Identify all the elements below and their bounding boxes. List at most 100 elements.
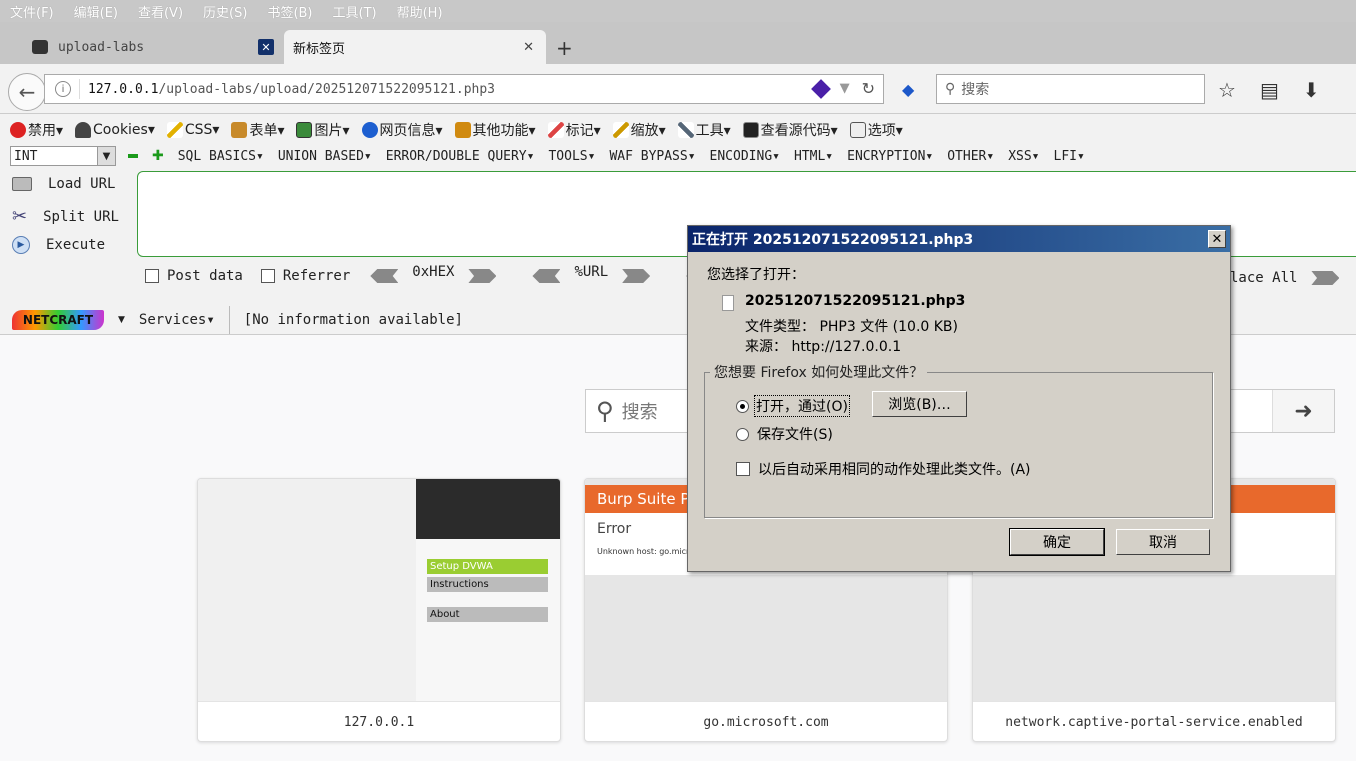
minus-icon[interactable] bbox=[128, 154, 138, 158]
hackbar-options-row: Post data Referrer 0xHEX %URL bbox=[145, 264, 715, 284]
divider bbox=[228, 306, 230, 334]
menu-bookmarks[interactable]: 书签(B) bbox=[267, 2, 312, 21]
url-decode-arrow-icon[interactable] bbox=[532, 269, 561, 283]
auto-action-option[interactable]: 以后自动采用相同的动作处理此类文件。(A) bbox=[736, 459, 1031, 479]
url-encode-arrow-icon[interactable] bbox=[622, 269, 651, 283]
menu-options[interactable]: 选项▾ bbox=[849, 120, 903, 140]
menu-view-source[interactable]: 查看源代码▾ bbox=[742, 120, 838, 140]
plus-icon[interactable]: ✚ bbox=[152, 148, 164, 164]
arrow-right-icon[interactable]: ➜ bbox=[1272, 390, 1334, 432]
menu-encryption[interactable]: ENCRYPTION▾ bbox=[847, 149, 933, 164]
menu-tools[interactable]: 工具▾ bbox=[677, 120, 731, 140]
menu-disable[interactable]: 禁用▾ bbox=[10, 120, 63, 140]
menu-outline[interactable]: 标记▾ bbox=[547, 120, 601, 140]
dialog-source: 来源： http://127.0.0.1 bbox=[745, 339, 902, 355]
tab-label: 新标签页 bbox=[293, 41, 346, 57]
menu-waf-bypass[interactable]: WAF BYPASS▾ bbox=[609, 149, 695, 164]
open-with-radio[interactable] bbox=[736, 399, 749, 413]
info-circle-icon bbox=[361, 122, 378, 138]
close-icon[interactable]: ✕ bbox=[1208, 230, 1226, 248]
terminal-icon bbox=[742, 122, 759, 138]
save-file-label: 保存文件(S) bbox=[757, 427, 833, 443]
new-tab-plus-icon[interactable]: + bbox=[556, 36, 573, 60]
type-select[interactable]: INT ▼ bbox=[10, 146, 116, 166]
services-menu[interactable]: Services▾ bbox=[139, 312, 215, 328]
referrer-checkbox[interactable] bbox=[260, 269, 275, 283]
file-icon bbox=[722, 295, 734, 311]
split-url-button[interactable]: ✂ Split URL bbox=[12, 206, 119, 227]
reading-list-icon[interactable]: ▤ bbox=[1260, 78, 1279, 102]
tile-label: network.captive-portal-service.enabled bbox=[973, 701, 1335, 741]
reload-icon[interactable]: ↻ bbox=[862, 79, 875, 98]
save-file-radio[interactable] bbox=[736, 427, 749, 441]
menu-encoding[interactable]: ENCODING▾ bbox=[710, 149, 780, 164]
ok-button[interactable]: 确定 bbox=[1009, 528, 1105, 556]
url-encode-label: %URL bbox=[574, 264, 609, 280]
hex-decode-arrow-icon[interactable] bbox=[370, 269, 399, 283]
menu-tools-sql[interactable]: TOOLS▾ bbox=[548, 149, 595, 164]
load-url-button[interactable]: Load URL bbox=[12, 176, 115, 192]
cancel-button[interactable]: 取消 bbox=[1116, 529, 1210, 555]
post-data-checkbox[interactable] bbox=[145, 269, 159, 283]
url-actions: ▼ ↻ bbox=[810, 78, 875, 99]
tab-new-tab[interactable]: 新标签页 ✕ bbox=[284, 30, 546, 64]
browse-button[interactable]: 浏览(B)… bbox=[872, 391, 967, 417]
save-file-option[interactable]: 保存文件(S) bbox=[736, 424, 833, 444]
search-input[interactable]: ⚲ 搜索 bbox=[936, 74, 1205, 104]
menu-resize[interactable]: 缩放▾ bbox=[612, 120, 666, 140]
menu-edit[interactable]: 编辑(E) bbox=[74, 2, 118, 21]
replace-all-label: lace All bbox=[1230, 270, 1298, 286]
menu-forms[interactable]: 表单▾ bbox=[231, 120, 284, 140]
menu-page-info[interactable]: 网页信息▾ bbox=[361, 120, 443, 140]
menu-misc[interactable]: 其他功能▾ bbox=[454, 120, 536, 140]
chevron-down-icon[interactable]: ▼ bbox=[97, 147, 115, 165]
url-text[interactable]: 127.0.0.1/upload-labs/upload/20251207152… bbox=[88, 82, 495, 97]
back-arrow-icon[interactable]: ← bbox=[8, 73, 46, 111]
image-icon bbox=[296, 122, 313, 138]
close-tab-icon[interactable]: ✕ bbox=[523, 40, 534, 55]
hex-label: 0xHEX bbox=[412, 264, 455, 280]
play-icon: ▶ bbox=[12, 236, 30, 254]
hex-encode-arrow-icon[interactable] bbox=[468, 269, 497, 283]
menu-cookies[interactable]: Cookies▾ bbox=[75, 122, 155, 138]
menu-images[interactable]: 图片▾ bbox=[296, 120, 350, 140]
execute-label: Execute bbox=[46, 237, 106, 253]
menu-union-based[interactable]: UNION BASED▾ bbox=[278, 149, 372, 164]
top-site-tile[interactable]: Setup DVWA Instructions About 127.0.0.1 bbox=[197, 478, 561, 742]
info-icon[interactable]: i bbox=[55, 81, 71, 97]
file-open-dialog: 正在打开 202512071522095121.php3 ✕ 您选择了打开： 2… bbox=[687, 225, 1231, 572]
netcraft-logo[interactable]: NETCRAFT bbox=[12, 310, 104, 330]
thumb-menu-item: Setup DVWA bbox=[427, 559, 548, 574]
menu-file[interactable]: 文件(F) bbox=[10, 2, 54, 21]
menu-html[interactable]: HTML▾ bbox=[794, 149, 833, 164]
url-bar[interactable]: i 127.0.0.1/upload-labs/upload/202512071… bbox=[44, 74, 884, 104]
open-with-option[interactable]: 打开，通过(O) bbox=[736, 395, 850, 417]
menu-css[interactable]: CSS▾ bbox=[166, 122, 219, 138]
menu-lfi[interactable]: LFI▾ bbox=[1054, 149, 1085, 164]
tab-upload-labs[interactable]: upload-labs ✕ bbox=[22, 30, 280, 64]
dropdown-arrow-icon[interactable]: ▼ bbox=[840, 81, 850, 96]
type-select-value: INT bbox=[14, 148, 38, 164]
menu-help[interactable]: 帮助(H) bbox=[397, 2, 443, 21]
action-group-label: 您想要 Firefox 如何处理此文件？ bbox=[710, 362, 928, 382]
menu-history[interactable]: 历史(S) bbox=[203, 2, 247, 21]
menu-other[interactable]: OTHER▾ bbox=[947, 149, 994, 164]
extension-diamond-icon[interactable] bbox=[810, 78, 831, 99]
menu-error-double-query[interactable]: ERROR/DOUBLE QUERY▾ bbox=[386, 149, 535, 164]
thumb-menu-item: About bbox=[427, 607, 548, 622]
menu-tools[interactable]: 工具(T) bbox=[333, 2, 377, 21]
menu-view[interactable]: 查看(V) bbox=[138, 2, 183, 21]
dialog-filename: 202512071522095121.php3 bbox=[745, 293, 966, 309]
netcraft-dropdown-icon[interactable]: ▼ bbox=[118, 315, 125, 325]
open-with-label: 打开，通过(O) bbox=[754, 395, 850, 417]
close-tab-icon[interactable]: ✕ bbox=[258, 39, 274, 55]
auto-action-checkbox[interactable] bbox=[736, 462, 750, 476]
menu-sql-basics[interactable]: SQL BASICS▾ bbox=[178, 149, 264, 164]
replace-arrow-icon[interactable] bbox=[1311, 271, 1340, 285]
replace-all-control[interactable]: lace All bbox=[1230, 270, 1340, 286]
menu-xss[interactable]: XSS▾ bbox=[1008, 149, 1039, 164]
bird-extension-icon[interactable]: ◆ bbox=[902, 80, 920, 99]
download-icon[interactable]: ⬇ bbox=[1303, 78, 1320, 102]
execute-button[interactable]: ▶ Execute bbox=[12, 236, 105, 254]
bookmark-star-icon[interactable]: ☆ bbox=[1218, 78, 1236, 102]
